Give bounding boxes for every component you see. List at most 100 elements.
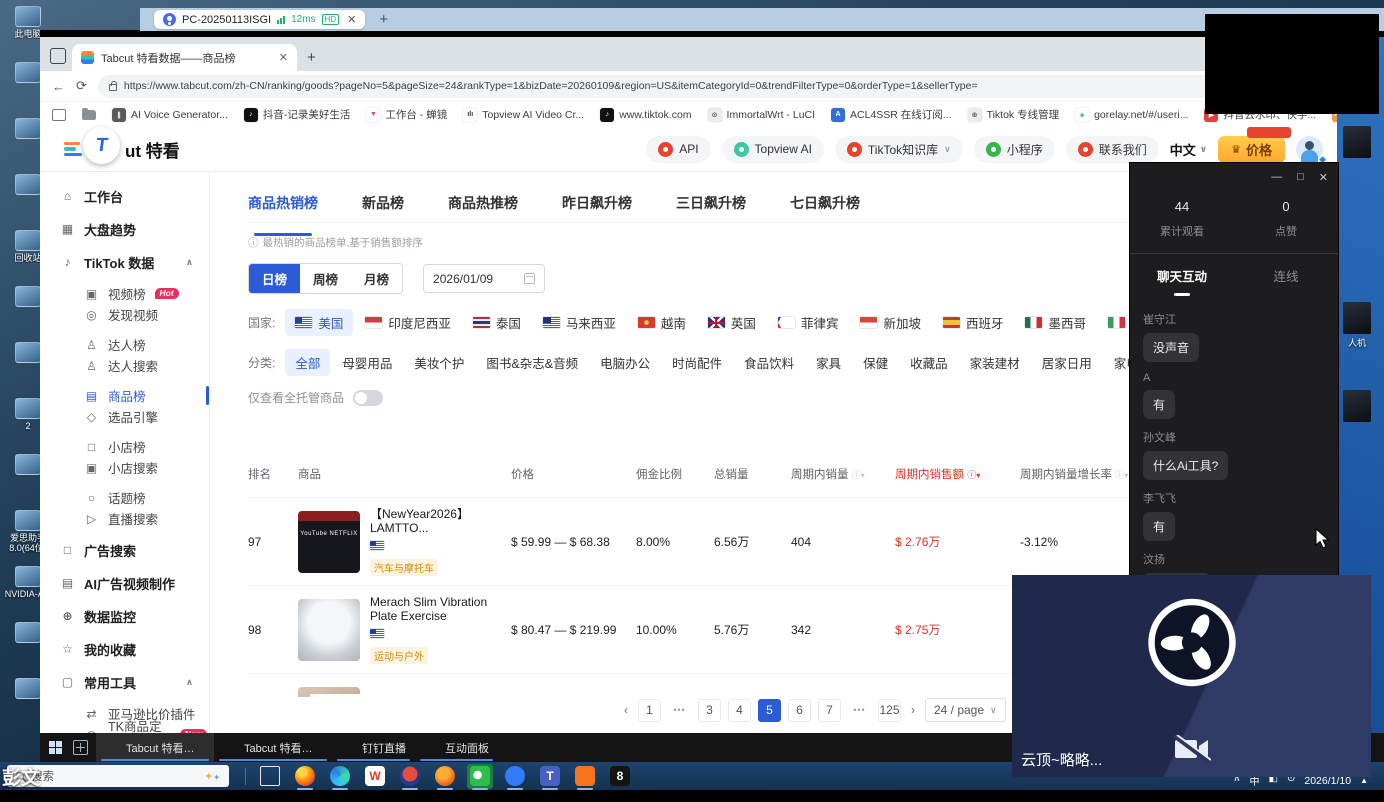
dock-app-button[interactable] — [467, 764, 493, 789]
tray-corner-icon[interactable]: ▲ — [1360, 776, 1368, 785]
nav-pill-button[interactable]: 小程序 — [974, 136, 1055, 163]
new-tab-button[interactable]: + — [307, 49, 316, 66]
sidebar-item[interactable]: ▤ AI广告视频制作 — [60, 571, 207, 595]
tab-chat-interaction[interactable]: 聊天互动 — [1130, 266, 1234, 285]
taskbar-app[interactable]: Tabcut 特看数据... — [214, 733, 332, 762]
pricing-button[interactable]: ♛ 价格 — [1218, 136, 1285, 163]
sidebar-item[interactable]: ▷ 直播搜索 — [60, 508, 207, 529]
maximize-icon[interactable]: □ — [1297, 171, 1304, 184]
col-period-gmv[interactable]: 周期内销售额 ⓘ▾ — [895, 466, 1020, 482]
user-avatar[interactable]: ◆ — [1296, 136, 1323, 163]
sidebar-item[interactable]: □ 小店榜 — [60, 436, 207, 457]
col-period-sales[interactable]: 周期内销量 ⓘ▾ — [791, 466, 895, 482]
nav-pill-button[interactable]: 联系我们 — [1066, 136, 1159, 163]
category-chip[interactable]: 收藏品 — [900, 349, 958, 376]
country-chip[interactable]: 英国 — [698, 309, 766, 336]
remote-session-tab[interactable]: PC-20250113ISGI 12ms HD ✕ — [154, 10, 365, 29]
category-chip[interactable]: 食品饮料 — [734, 349, 804, 376]
start-button[interactable] — [49, 741, 63, 755]
category-chip[interactable]: 母婴用品 — [332, 349, 402, 376]
sidebar-item[interactable]: ◎ 发现视频 — [60, 304, 207, 325]
minimize-icon[interactable]: — — [1271, 171, 1282, 184]
page-number[interactable]: 4 — [728, 699, 751, 722]
sidebar-item[interactable]: ☆ 我的收藏 — [60, 637, 207, 661]
country-chip[interactable]: 墨西哥 — [1015, 309, 1096, 336]
page-number[interactable]: 1 — [638, 699, 661, 722]
country-chip[interactable]: 马来西亚 — [533, 309, 626, 336]
reload-icon[interactable]: ⟳ — [76, 78, 87, 94]
sidebar-item[interactable]: ○ 话题榜 — [60, 487, 207, 508]
category-chip[interactable]: 全部 — [285, 349, 330, 376]
category-chip[interactable]: 家具 — [806, 349, 851, 376]
page-number[interactable]: 6 — [788, 699, 811, 722]
tabcut-logo-icon[interactable] — [64, 142, 82, 157]
sidebar-item[interactable]: ♪ TikTok 数据 ∧ — [60, 250, 207, 274]
remote-desktop-icon[interactable] — [1338, 390, 1376, 424]
reading-list-icon[interactable] — [52, 109, 66, 121]
next-page-icon[interactable]: › — [908, 703, 918, 717]
bookmark-item[interactable]: ⊕ Tiktok 专线管理 — [968, 107, 1060, 122]
nav-pill-button[interactable]: API — [646, 136, 710, 163]
category-chip[interactable]: 家装建材 — [960, 349, 1030, 376]
close-icon[interactable]: ✕ — [1319, 171, 1328, 184]
managed-only-toggle[interactable] — [353, 390, 383, 406]
bookmark-item[interactable]: A ACL4SSR 在线订阅... — [831, 107, 952, 122]
tab-connect[interactable]: 连线 — [1234, 266, 1338, 285]
category-chip[interactable]: 电脑办公 — [590, 349, 660, 376]
nav-pill-button[interactable]: TikTok知识库 ∨ — [835, 136, 963, 163]
taskbar-search-box[interactable]: 搜索 ✦✦ — [7, 765, 229, 787]
address-bar[interactable]: https://www.tabcut.com/zh-CN/ranking/goo… — [98, 75, 1325, 98]
product-image[interactable] — [298, 599, 360, 661]
page-number[interactable]: 5 — [758, 699, 781, 722]
sidebar-item[interactable]: ⊕ 数据监控 — [60, 604, 207, 628]
language-selector[interactable]: 中文 ∨ — [1170, 140, 1207, 159]
browser-tab[interactable]: Tabcut 特看数据——商品榜 ✕ — [72, 44, 297, 71]
sidebar-item[interactable]: ▦ 大盘趋势 — [60, 217, 207, 241]
page-number[interactable]: ••• — [668, 699, 691, 722]
ranking-tab[interactable]: 商品热销榜 — [248, 193, 318, 222]
dock-app-button[interactable] — [432, 764, 458, 789]
sidebar-item[interactable]: □ 广告搜索 — [60, 538, 207, 562]
sidebar-item[interactable]: ♙ 达人搜索 — [60, 355, 207, 376]
country-chip[interactable]: 越南 — [628, 309, 696, 336]
category-chip[interactable]: 图书&杂志&音频 — [476, 349, 588, 376]
category-chip[interactable]: 美妆个护 — [404, 349, 474, 376]
page-number[interactable]: 3 — [698, 699, 721, 722]
prev-page-icon[interactable]: ‹ — [621, 703, 631, 717]
bookmark-item[interactable]: ılı Topview AI Video Cr... — [463, 107, 584, 122]
workspaces-icon[interactable] — [50, 48, 66, 64]
country-chip[interactable]: 菲律宾 — [768, 309, 849, 336]
period-option[interactable]: 周榜 — [300, 264, 351, 293]
country-chip[interactable]: 美国 — [285, 309, 353, 336]
dock-app-button[interactable]: W — [362, 764, 388, 789]
taskbar-app[interactable]: 互动面板 — [415, 733, 498, 762]
sidebar-item[interactable]: ◇ 选品引擎 — [60, 406, 207, 427]
dock-app-button[interactable] — [327, 764, 353, 789]
product-image[interactable]: YouTube NETFLIX — [298, 511, 360, 573]
close-session-icon[interactable]: ✕ — [347, 13, 356, 26]
category-chip[interactable]: 居家日用 — [1032, 349, 1102, 376]
sidebar-item[interactable]: ▣ 视频榜 Hot — [60, 283, 207, 304]
remote-desktop-icon[interactable]: 人机 — [1338, 302, 1376, 349]
floating-widget-button[interactable]: T — [83, 127, 120, 164]
sidebar-item[interactable]: ◉ TK商品定价计算 New — [60, 724, 207, 733]
ranking-tab[interactable]: 商品热推榜 — [448, 193, 518, 222]
dock-app-button[interactable] — [292, 764, 318, 789]
back-icon[interactable]: ← — [52, 79, 65, 94]
copilot-sparkle-icon[interactable]: ✦✦ — [204, 770, 220, 783]
page-size-select[interactable]: 24 / page ∨ — [925, 698, 1006, 722]
taskbar-app[interactable]: 钉钉直播 — [332, 733, 415, 762]
ranking-tab[interactable]: 七日飙升榜 — [790, 193, 860, 222]
dock-app-button[interactable] — [397, 764, 423, 789]
period-option[interactable]: 月榜 — [351, 264, 402, 293]
page-number[interactable]: 125 — [878, 699, 901, 722]
nav-pill-button[interactable]: Topview AI — [722, 136, 824, 163]
sidebar-item[interactable]: ⌂ 工作台 — [60, 184, 207, 208]
task-grid-icon[interactable] — [73, 740, 88, 755]
country-chip[interactable]: 西班牙 — [933, 309, 1014, 336]
ranking-tab[interactable]: 三日飙升榜 — [676, 193, 746, 222]
bookmark-item[interactable]: ▼ 工作台 - 蝉镜 — [366, 107, 447, 122]
product-title[interactable]: Merach Slim Vibration Plate Exercise Mac… — [370, 595, 505, 623]
sidebar-item[interactable]: ♙ 达人榜 — [60, 334, 207, 355]
category-chip[interactable]: 保健 — [853, 349, 898, 376]
